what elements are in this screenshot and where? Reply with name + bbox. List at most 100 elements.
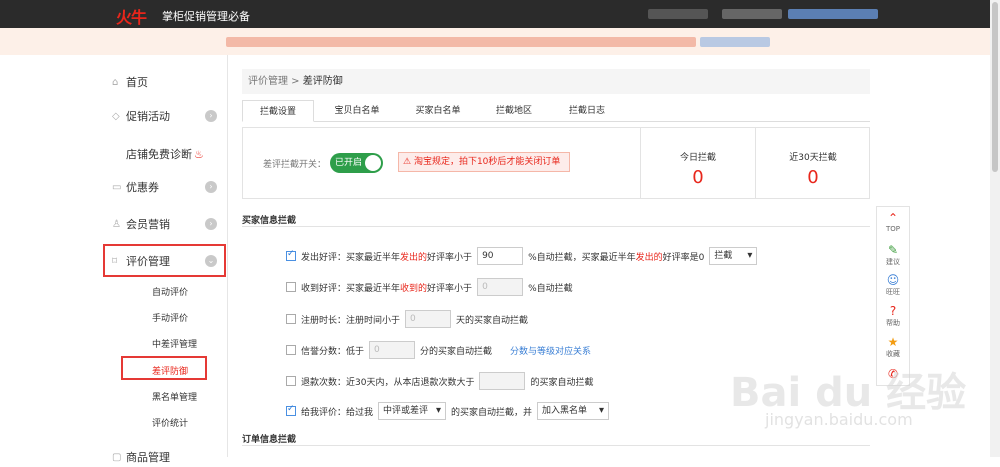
credit-score-input[interactable]: 0 — [369, 341, 416, 359]
help-button[interactable]: ? 帮助 — [877, 304, 909, 328]
rule-register-duration: 注册时长： 注册时间小于 0 天的买家自动拦截 — [286, 310, 528, 328]
sidebar-item-coupons[interactable]: ▭ 优惠券 › — [112, 177, 222, 197]
user-icon: ♙ — [112, 218, 121, 230]
intercept-toggle[interactable]: 已开启 — [330, 153, 383, 173]
rule-text: 的买家自动拦截，并 — [451, 407, 533, 418]
star-icon: ★ — [887, 335, 899, 349]
register-days-input[interactable]: 0 — [405, 310, 452, 328]
goods-icon: ▢ — [112, 451, 122, 463]
sidebar-item-label: 商品管理 — [126, 451, 170, 464]
float-label: 帮助 — [886, 319, 900, 327]
tab-intercept-log[interactable]: 拦截日志 — [557, 100, 617, 122]
stat-value: 0 — [692, 167, 704, 188]
rule-review-me: 给我评价： 给过我 中评或差评 的买家自动拦截，并 加入黑名单 — [286, 402, 614, 420]
sidebar-item-diagnosis[interactable]: 店铺免费诊断 ♨ — [112, 144, 222, 164]
notice-text-redacted — [226, 37, 696, 47]
account-link-redacted[interactable] — [788, 9, 878, 19]
switch-label: 差评拦截开关： — [263, 160, 327, 170]
chevron-right-icon: › — [205, 110, 217, 122]
back-to-top-button[interactable]: ⌃ TOP — [877, 211, 909, 233]
warning-icon: ⚠ — [403, 157, 414, 167]
suggestion-button[interactable]: ✎ 建议 — [877, 243, 909, 267]
checkbox[interactable] — [286, 376, 296, 386]
rule-credit-score: 信誉分数： 低于 0 分的买家自动拦截 分数与等级对应关系 — [286, 341, 591, 359]
rule-label: 发出好评： — [301, 252, 347, 263]
praise-rate-input[interactable]: 90 — [477, 247, 524, 265]
checkbox[interactable] — [286, 404, 296, 416]
stat-value: 0 — [807, 167, 819, 188]
pencil-icon: ✎ — [887, 243, 899, 257]
notice-link-redacted[interactable] — [700, 37, 770, 47]
wangwang-button[interactable]: ☺ 旺旺 — [877, 273, 909, 297]
rule-text: 低于 — [346, 346, 365, 357]
float-label: TOP — [885, 225, 900, 233]
blacklist-action-select[interactable]: 加入黑名单 — [537, 402, 610, 420]
sidebar-sub-bad-review-manage[interactable]: 中差评管理 — [152, 337, 197, 350]
highlight-box-reviews — [103, 244, 226, 277]
sidebar-item-label: 促销活动 — [126, 110, 170, 123]
review-type-select[interactable]: 中评或差评 — [378, 402, 447, 420]
baidu-watermark-url: jingyan.baidu.com — [765, 410, 913, 429]
sidebar-sub-auto-review[interactable]: 自动评价 — [152, 285, 188, 298]
refund-count-input[interactable] — [479, 372, 526, 390]
rule-text-highlight: 发出的 — [635, 252, 663, 263]
rule-text: 好评率小于 — [427, 252, 473, 263]
rule-label: 收到好评： — [301, 283, 347, 294]
breadcrumb-current: 差评防御 — [302, 76, 343, 87]
sidebar-sub-blacklist[interactable]: 黑名单管理 — [152, 390, 197, 403]
toggle-knob — [365, 155, 381, 171]
stat-30days: 近30天拦截 0 — [755, 128, 870, 198]
sidebar-item-promotions[interactable]: ◇ 促销活动 › — [112, 106, 222, 126]
tag-icon: ◇ — [112, 110, 120, 122]
favorite-button[interactable]: ★ 收藏 — [877, 335, 909, 359]
tab-bar: 拦截设置 宝贝白名单 买家白名单 拦截地区 拦截日志 — [242, 100, 870, 122]
sidebar-sub-review-stats[interactable]: 评价统计 — [152, 416, 188, 429]
sidebar-sub-manual-review[interactable]: 手动评价 — [152, 311, 188, 324]
checkbox[interactable] — [286, 314, 296, 324]
coupon-icon: ▭ — [112, 181, 122, 193]
tab-item-whitelist[interactable]: 宝贝白名单 — [322, 100, 392, 122]
tab-intercept-settings[interactable]: 拦截设置 — [242, 100, 314, 122]
sidebar-item-goods[interactable]: ▢ 商品管理 — [112, 447, 222, 467]
warning-notice: ⚠ 淘宝规定，拍下10秒后才能关闭订单 — [398, 152, 570, 172]
chevron-right-icon: › — [205, 218, 217, 230]
sidebar-item-home[interactable]: ⌂ 首页 — [112, 72, 222, 92]
divider — [242, 445, 870, 446]
received-rate-input[interactable]: 0 — [477, 278, 524, 296]
toggle-label: 已开启 — [335, 158, 363, 168]
rule-refund-count: 退款次数： 近30天内，从本店退款次数大于 的买家自动拦截 — [286, 372, 593, 390]
flame-icon: ♨ — [194, 147, 204, 161]
rule-text-highlight: 发出的 — [400, 252, 428, 263]
rule-text: 天的买家自动拦截 — [456, 315, 529, 326]
chevron-right-icon: › — [205, 181, 217, 193]
logo[interactable]: 火牛 — [116, 4, 147, 28]
float-label: 旺旺 — [886, 288, 900, 296]
rule-text: 分的买家自动拦截 — [420, 346, 493, 357]
checkbox[interactable] — [286, 249, 296, 261]
checkbox[interactable] — [286, 345, 296, 355]
warning-text: 淘宝规定，拍下10秒后才能关闭订单 — [413, 157, 561, 167]
action-select[interactable]: 拦截 — [709, 247, 758, 265]
sidebar-item-label: 会员营销 — [126, 218, 170, 231]
score-level-link[interactable]: 分数与等级对应关系 — [510, 344, 591, 357]
account-info-redacted — [648, 9, 708, 19]
notice-bar — [0, 28, 990, 55]
float-toolbar: ⌃ TOP ✎ 建议 ☺ 旺旺 ? 帮助 ★ 收藏 ✆ — [876, 206, 910, 386]
rule-text: %自动拦截，买家最近半年 — [528, 252, 636, 263]
stat-label: 近30天拦截 — [789, 153, 837, 163]
scrollbar-thumb[interactable] — [992, 2, 998, 172]
rule-text: %自动拦截 — [528, 283, 573, 294]
section-title-order: 订单信息拦截 — [242, 435, 297, 445]
top-bar: 火牛 掌柜促销管理必备 — [0, 0, 990, 28]
tab-buyer-whitelist[interactable]: 买家白名单 — [402, 100, 474, 122]
sidebar-item-members[interactable]: ♙ 会员营销 › — [112, 214, 222, 234]
tab-intercept-region[interactable]: 拦截地区 — [484, 100, 544, 122]
rule-text: 注册时间小于 — [346, 315, 401, 326]
chevron-up-icon: ⌃ — [887, 211, 899, 225]
breadcrumb-parent[interactable]: 评价管理 — [248, 76, 288, 87]
rule-sent-praise: 发出好评： 买家最近半年发出的好评率小于 90 %自动拦截，买家最近半年发出的好… — [286, 247, 762, 265]
checkbox[interactable] — [286, 282, 296, 292]
rule-text: 给过我 — [346, 407, 374, 418]
rule-text: 的买家自动拦截 — [530, 377, 594, 388]
rule-text: 好评率是0 — [662, 252, 705, 263]
